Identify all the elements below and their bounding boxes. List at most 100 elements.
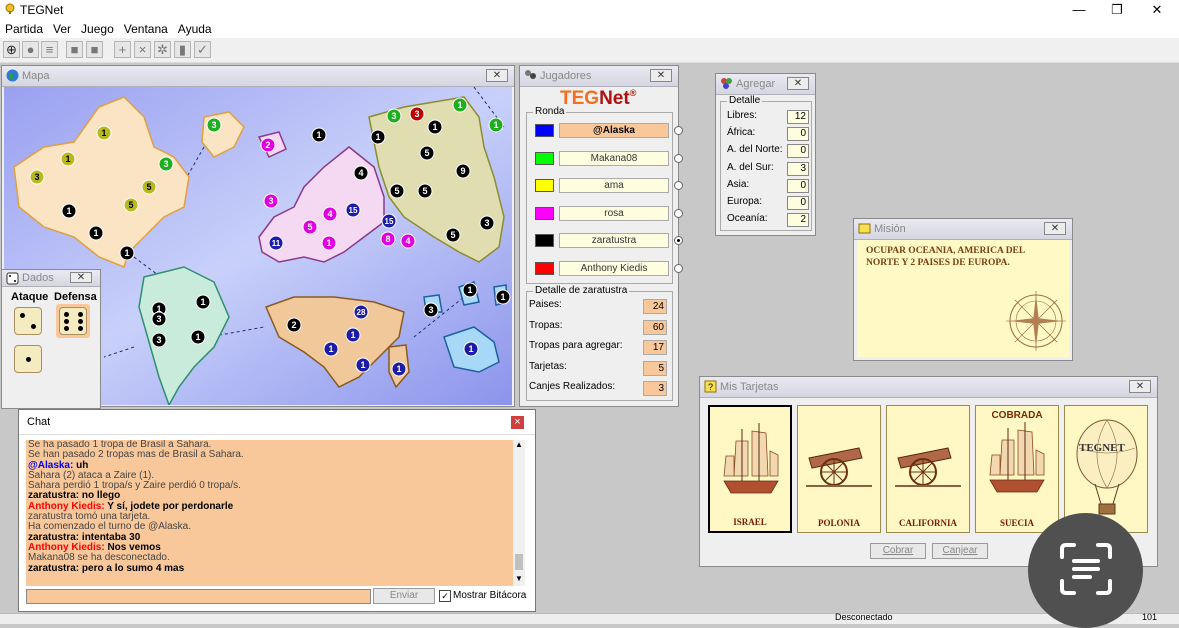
chat-scrollbar[interactable]: ▲ ▼: [513, 440, 525, 586]
disconnect-icon[interactable]: ●: [22, 41, 39, 58]
country-card[interactable]: COBRADA SUECIA: [975, 405, 1059, 533]
chat-log[interactable]: Se ha pasado 1 tropa de Brasil a Sahara.…: [26, 440, 516, 586]
army-marker[interactable]: 4: [353, 165, 369, 181]
army-marker[interactable]: 4: [400, 233, 416, 249]
lens-button[interactable]: [1028, 513, 1143, 628]
player-radio[interactable]: [674, 236, 683, 245]
army-marker[interactable]: 3: [206, 117, 222, 133]
tarjetas-close-button[interactable]: ✕: [1129, 380, 1151, 393]
check-icon[interactable]: ✓: [194, 41, 211, 58]
army-marker[interactable]: 1: [119, 245, 135, 261]
army-marker[interactable]: 1: [321, 235, 337, 251]
list-icon[interactable]: ≡: [41, 41, 58, 58]
army-marker[interactable]: 1: [61, 203, 77, 219]
player-row[interactable]: zaratustra: [535, 233, 683, 249]
army-marker[interactable]: 4: [322, 206, 338, 222]
army-marker[interactable]: 3: [423, 302, 439, 318]
maximize-button[interactable]: ❐: [1098, 0, 1136, 20]
chat-input[interactable]: [26, 589, 371, 604]
player-radio[interactable]: [674, 263, 683, 273]
army-marker[interactable]: 3: [479, 215, 495, 231]
army-marker[interactable]: 1: [391, 361, 407, 377]
army-marker[interactable]: 5: [419, 145, 435, 161]
player-radio[interactable]: [674, 208, 683, 218]
stop-icon[interactable]: ■: [86, 41, 103, 58]
scroll-down-icon[interactable]: ▼: [515, 574, 523, 583]
army-marker[interactable]: 1: [323, 341, 339, 357]
army-marker[interactable]: 11: [268, 235, 284, 251]
army-marker[interactable]: 1: [60, 151, 76, 167]
army-marker[interactable]: 1: [370, 129, 386, 145]
army-marker[interactable]: 1: [195, 294, 211, 310]
scrollbar-thumb[interactable]: [515, 554, 523, 570]
army-marker[interactable]: 15: [381, 213, 397, 229]
player-radio[interactable]: [674, 181, 683, 190]
army-marker[interactable]: 1: [427, 119, 443, 135]
army-marker[interactable]: 1: [88, 225, 104, 241]
army-marker[interactable]: 28: [353, 304, 369, 320]
send-button[interactable]: Enviar: [373, 588, 435, 604]
army-marker[interactable]: 1: [495, 289, 511, 305]
menu-ventana[interactable]: Ventana: [119, 20, 173, 38]
close-window-button[interactable]: ✕: [1138, 0, 1176, 20]
army-marker[interactable]: 1: [190, 329, 206, 345]
player-radio[interactable]: [674, 153, 683, 163]
army-marker[interactable]: 5: [445, 227, 461, 243]
army-marker[interactable]: 1: [345, 327, 361, 343]
player-row[interactable]: Makana08: [535, 150, 683, 167]
army-marker[interactable]: 1: [96, 125, 112, 141]
chat-close-button[interactable]: ×: [511, 416, 524, 429]
card-icon[interactable]: ▮: [174, 41, 191, 58]
army-marker[interactable]: 8: [380, 231, 396, 247]
army-marker[interactable]: 5: [123, 197, 139, 213]
army-marker[interactable]: 5: [141, 179, 157, 195]
player-row[interactable]: rosa: [535, 205, 683, 222]
army-marker[interactable]: 3: [409, 106, 425, 122]
menu-ayuda[interactable]: Ayuda: [173, 20, 217, 38]
army-marker[interactable]: 1: [452, 97, 468, 113]
army-marker[interactable]: 5: [389, 183, 405, 199]
players-close-button[interactable]: ✕: [650, 69, 672, 82]
gear-icon[interactable]: ✲: [154, 41, 171, 58]
army-marker[interactable]: 3: [151, 332, 167, 348]
menu-juego[interactable]: Juego: [76, 20, 119, 38]
army-marker[interactable]: 1: [311, 127, 327, 143]
canjear-button[interactable]: Canjear: [932, 543, 988, 559]
army-marker[interactable]: 1: [355, 357, 371, 373]
army-marker[interactable]: 1: [462, 282, 478, 298]
army-marker[interactable]: 2: [260, 137, 276, 153]
army-marker[interactable]: 1: [463, 341, 479, 357]
add-icon[interactable]: +: [114, 41, 131, 58]
cobrar-button[interactable]: Cobrar: [870, 543, 926, 559]
army-marker[interactable]: 3: [263, 193, 279, 209]
country-card[interactable]: CALIFORNIA: [886, 405, 970, 533]
dados-close-button[interactable]: ✕: [70, 272, 92, 283]
cancel-icon[interactable]: ×: [134, 41, 151, 58]
menu-ver[interactable]: Ver: [48, 20, 76, 38]
player-row[interactable]: @Alaska: [535, 123, 683, 139]
army-marker[interactable]: 3: [151, 311, 167, 327]
army-marker[interactable]: 3: [386, 108, 402, 124]
menu-partida[interactable]: Partida: [0, 20, 48, 38]
player-radio[interactable]: [674, 126, 683, 135]
army-marker[interactable]: 3: [158, 156, 174, 172]
scroll-up-icon[interactable]: ▲: [515, 440, 523, 449]
minimize-button[interactable]: —: [1060, 0, 1098, 20]
country-card[interactable]: ISRAEL: [708, 405, 792, 533]
army-marker[interactable]: 5: [302, 219, 318, 235]
army-marker[interactable]: 2: [286, 317, 302, 333]
mision-close-button[interactable]: ✕: [1044, 222, 1066, 235]
map-close-button[interactable]: ✕: [486, 69, 508, 82]
connect-icon[interactable]: ⊕: [3, 41, 20, 58]
army-marker[interactable]: 5: [417, 183, 433, 199]
army-marker[interactable]: 3: [29, 169, 45, 185]
army-marker[interactable]: 9: [455, 163, 471, 179]
army-marker[interactable]: 15: [345, 202, 361, 218]
player-row[interactable]: Anthony Kiedis: [535, 260, 683, 277]
start-icon[interactable]: ■: [66, 41, 83, 58]
agregar-close-button[interactable]: ✕: [787, 77, 809, 90]
country-card[interactable]: POLONIA: [797, 405, 881, 533]
show-log-checkbox[interactable]: ✓: [439, 590, 451, 602]
player-row[interactable]: ama: [535, 178, 683, 194]
army-marker[interactable]: 1: [488, 117, 504, 133]
